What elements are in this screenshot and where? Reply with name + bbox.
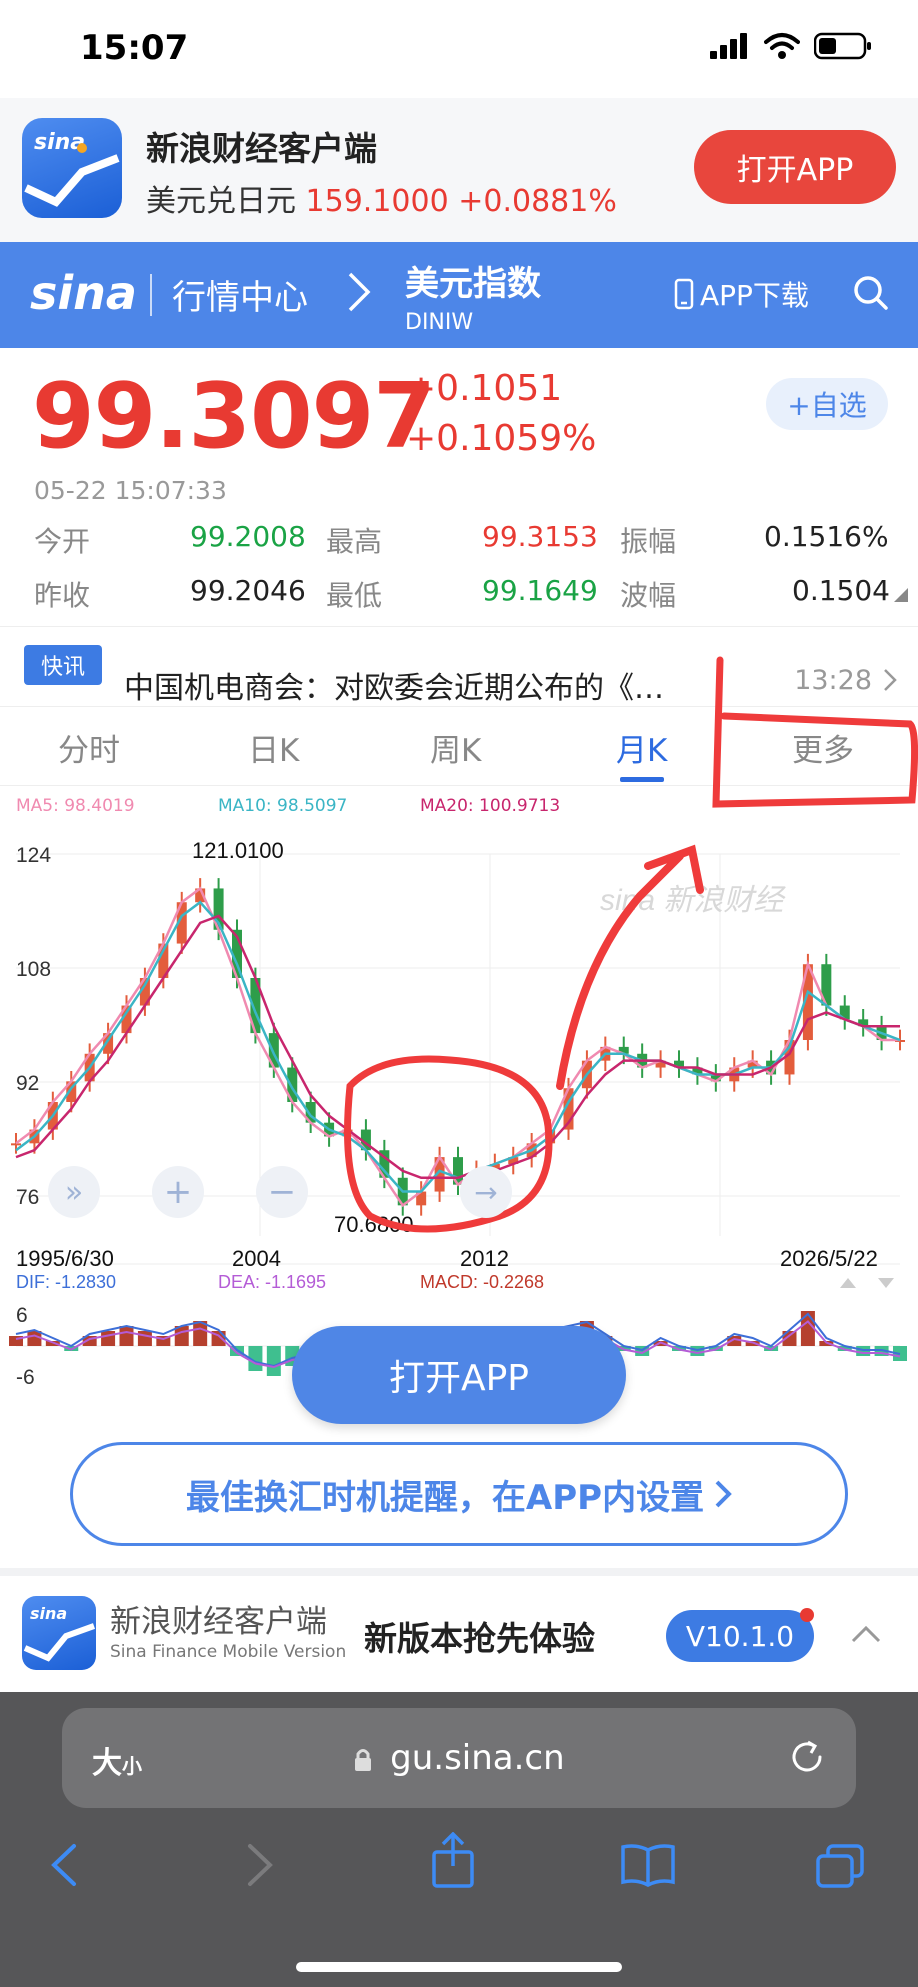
banner-app-name: 新浪财经客户端 — [110, 1604, 327, 1640]
x-tick-label: 2004 — [232, 1246, 281, 1271]
exchange-reminder-button[interactable]: 最佳换汇时机提醒，在APP内设置 — [70, 1442, 848, 1546]
version-button[interactable]: V10.1.0 — [666, 1610, 814, 1662]
macd-bar — [266, 1346, 281, 1376]
scroll-right-button[interactable]: → — [460, 1166, 512, 1218]
banner-slogan: 新版本抢先体验 — [364, 1619, 595, 1658]
forward-icon[interactable] — [246, 1842, 276, 1888]
notification-dot — [800, 1608, 814, 1622]
candlestick-group — [11, 878, 905, 1216]
back-icon[interactable] — [48, 1842, 78, 1888]
macd-legend: MACD: -0.2268 — [420, 1272, 544, 1292]
collapse-down-icon — [878, 1278, 894, 1288]
banner-app-subtitle: Sina Finance Mobile Version — [110, 1642, 347, 1662]
x-tick-label: 2012 — [460, 1246, 509, 1271]
home-indicator — [296, 1962, 622, 1972]
dea-legend: DEA: -1.1695 — [218, 1272, 326, 1292]
scroll-left-button[interactable]: » — [48, 1166, 100, 1218]
macd-tick-label: -6 — [16, 1366, 35, 1389]
share-icon[interactable] — [430, 1832, 476, 1888]
annotation-overlay — [712, 656, 918, 808]
price-chart-svg: 124 108 92 76 121.0100 70.6800 1995/6/30… — [9, 838, 907, 1389]
reload-icon[interactable] — [788, 1738, 826, 1776]
kline-chart[interactable]: MA5: 98.4019 MA10: 98.5097 MA20: 100.971… — [0, 786, 918, 1406]
address-bar[interactable]: 大小 gu.sina.cn — [62, 1708, 856, 1808]
macd-tick-label: 6 — [16, 1304, 28, 1327]
sina-finance-app-logo-icon: sina — [22, 1596, 96, 1670]
annotation-box — [712, 656, 918, 808]
candle-body — [11, 1143, 21, 1146]
x-tick-label: 1995/6/30 — [16, 1246, 114, 1271]
floating-open-app-button[interactable]: 打开APP — [292, 1326, 626, 1424]
collapse-up-icon — [840, 1278, 856, 1288]
lock-icon — [355, 1748, 372, 1771]
series-line-ma20 — [15, 914, 900, 1180]
macd-bar — [101, 1331, 116, 1346]
reminder-label: 最佳换汇时机提醒，在APP内设置 — [185, 1477, 705, 1518]
chevron-right-icon — [715, 1480, 732, 1508]
high-price-label: 121.0100 — [192, 838, 284, 863]
y-tick-label: 76 — [16, 1186, 39, 1209]
macd-bar — [137, 1331, 152, 1346]
url-display[interactable]: gu.sina.cn — [62, 1738, 856, 1778]
y-tick-label: 124 — [16, 844, 51, 867]
x-tick-label: 2026/5/22 — [780, 1246, 878, 1271]
app-download-banner[interactable]: sina 新浪财经客户端 Sina Finance Mobile Version… — [0, 1568, 918, 1692]
annotation-circle — [344, 1055, 553, 1233]
y-tick-label: 108 — [16, 958, 51, 981]
chevron-up-icon[interactable] — [850, 1624, 882, 1644]
tabs-icon[interactable] — [814, 1842, 866, 1890]
macd-bar — [119, 1326, 134, 1346]
y-tick-label: 92 — [16, 1072, 39, 1095]
macd-bar — [27, 1331, 42, 1346]
zoom-out-button[interactable]: − — [256, 1166, 308, 1218]
dif-legend: DIF: -1.2830 — [16, 1272, 116, 1292]
bookmarks-icon[interactable] — [620, 1842, 676, 1888]
zoom-in-button[interactable]: + — [152, 1166, 204, 1218]
browser-chrome: 大小 gu.sina.cn — [0, 1692, 918, 1987]
